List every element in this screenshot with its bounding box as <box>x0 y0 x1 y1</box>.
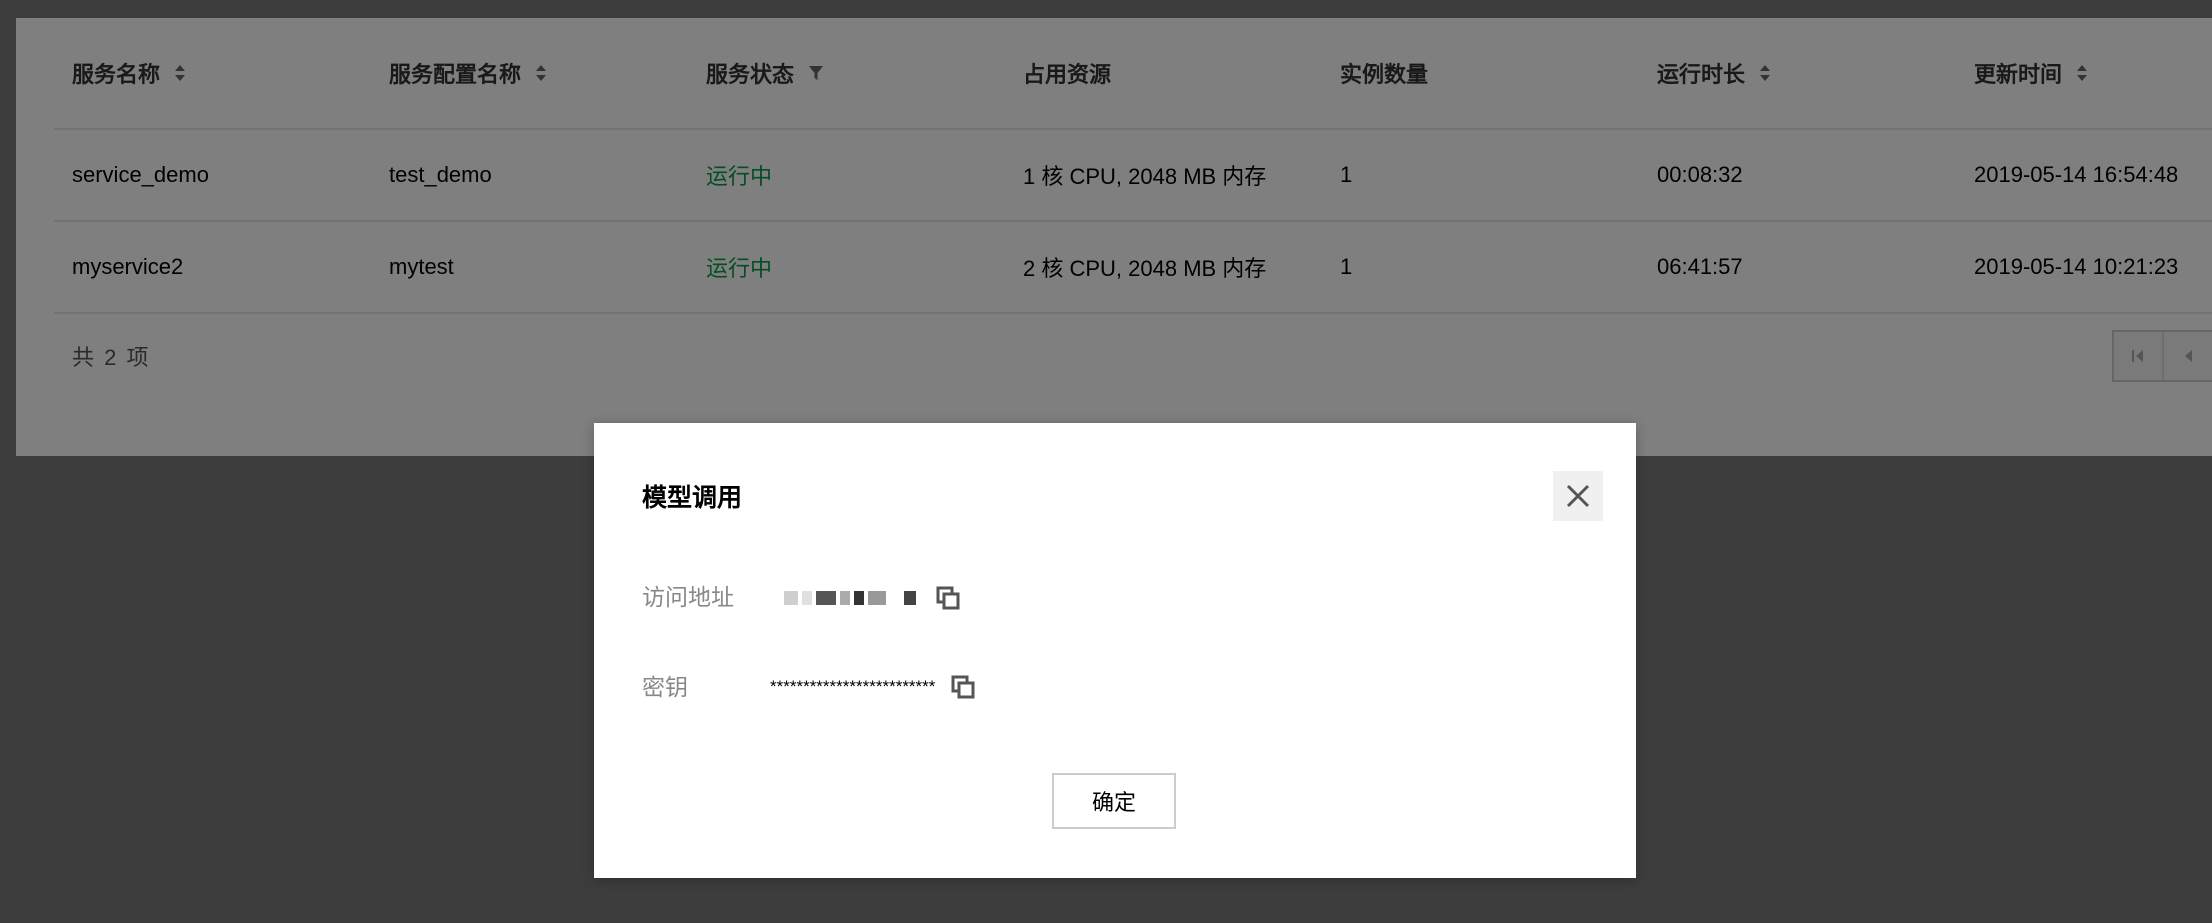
secret-key-row: ************************* <box>770 675 975 699</box>
redacted-block <box>802 591 812 605</box>
redacted-block <box>784 591 798 605</box>
redacted-block <box>840 591 850 605</box>
copy-address-button[interactable] <box>936 586 960 610</box>
copy-icon <box>951 675 975 699</box>
access-address-label: 访问地址 <box>642 584 734 610</box>
dialog-title: 模型调用 <box>642 484 743 512</box>
copy-key-button[interactable] <box>951 675 975 699</box>
secret-key-value: ************************* <box>770 677 936 696</box>
access-address-value <box>784 586 960 610</box>
close-icon <box>1566 484 1590 508</box>
redacted-block <box>868 591 886 605</box>
copy-icon <box>936 586 960 610</box>
model-invocation-dialog: 模型调用 访问地址 密钥 ************************* 确… <box>594 423 1636 878</box>
close-button[interactable] <box>1553 471 1603 521</box>
redacted-block <box>816 591 836 605</box>
secret-key-label: 密钥 <box>642 674 688 700</box>
redacted-block <box>890 591 900 605</box>
redacted-block <box>854 591 864 605</box>
redacted-block <box>904 591 916 605</box>
confirm-button[interactable]: 确定 <box>1052 773 1176 829</box>
